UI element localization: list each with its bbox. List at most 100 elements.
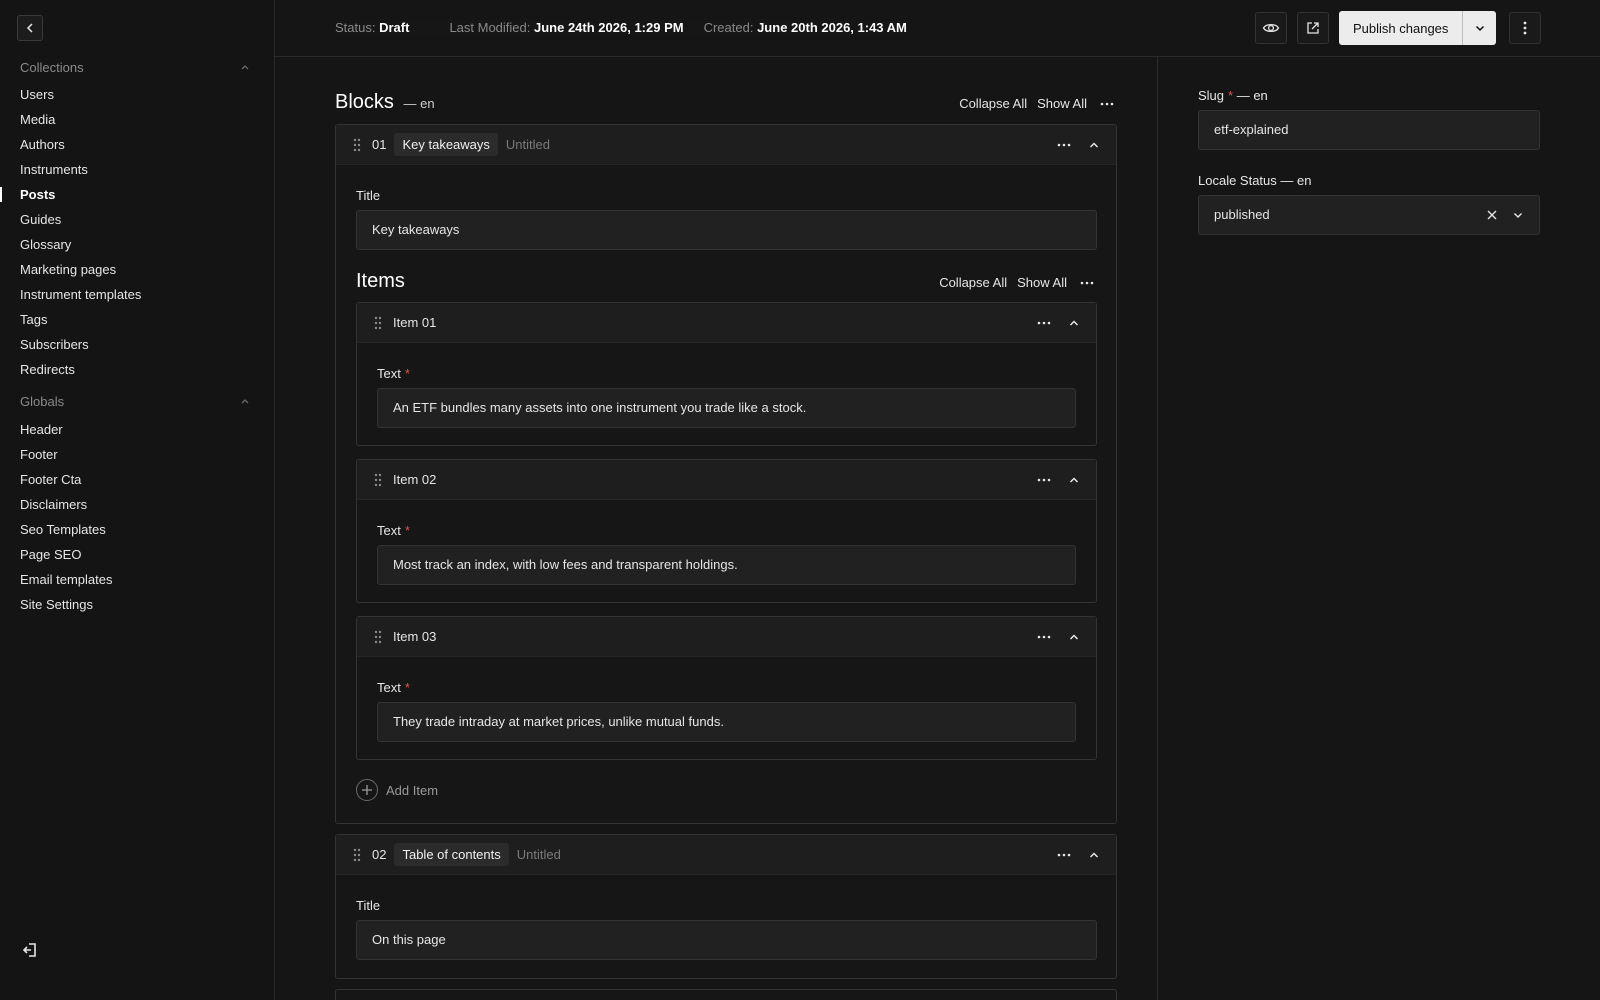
chevron-up-icon — [241, 65, 249, 70]
item-collapse-button[interactable] — [1066, 472, 1082, 488]
block-header[interactable]: 01 Key takeaways Untitled — [336, 125, 1116, 165]
modified-meta: Last Modified: June 24th 2026, 1:29 PM — [449, 20, 683, 35]
sidebar-item-page-seo[interactable]: Page SEO — [0, 542, 275, 567]
drag-handle[interactable] — [350, 848, 364, 862]
sidebar-item-glossary[interactable]: Glossary — [0, 232, 275, 257]
collections-group-label: Collections — [20, 59, 84, 75]
item-header[interactable]: Item 02 — [357, 460, 1096, 500]
blocks-title: Blocks — [335, 91, 394, 113]
items-more-button[interactable] — [1077, 275, 1097, 291]
text-input[interactable]: Most track an index, with low fees and t… — [377, 545, 1076, 585]
chevron-down-icon — [1475, 25, 1484, 32]
sidebar-item-instrument-templates[interactable]: Instrument templates — [0, 282, 275, 307]
items-collapse-all-button[interactable]: Collapse All — [939, 275, 1007, 290]
open-external-button[interactable] — [1297, 12, 1329, 44]
sidebar-item-posts[interactable]: Posts — [0, 182, 275, 207]
block-table-of-contents: 02 Table of contents Untitled Title On t… — [335, 834, 1117, 979]
item-more-button[interactable] — [1036, 472, 1052, 488]
sidebar-item-marketing-pages[interactable]: Marketing pages — [0, 257, 275, 282]
chevron-up-icon — [1089, 142, 1099, 148]
status-meta: Status: Draft — [335, 20, 409, 35]
clear-selection-button[interactable] — [1485, 208, 1499, 222]
required-marker: * — [1228, 88, 1234, 103]
logout-button[interactable] — [20, 940, 40, 960]
item-header[interactable]: Item 03 — [357, 617, 1096, 657]
locale-status-select[interactable]: published — [1198, 195, 1540, 235]
sidebar-item-site-settings[interactable]: Site Settings — [0, 592, 275, 617]
sidebar-item-guides[interactable]: Guides — [0, 207, 275, 232]
drag-handle[interactable] — [371, 473, 385, 487]
block-more-button[interactable] — [1056, 137, 1072, 153]
blocks-more-button[interactable] — [1097, 96, 1117, 112]
block-more-button[interactable] — [1056, 847, 1072, 863]
sidebar-item-email-templates[interactable]: Email templates — [0, 567, 275, 592]
block-type-badge: Table of contents — [394, 843, 509, 866]
item-actions — [1036, 629, 1082, 645]
drag-handle-icon — [374, 473, 382, 486]
item-collapse-button[interactable] — [1066, 315, 1082, 331]
main-editor: Blocks — en Collapse All Show All 01 Key… — [275, 57, 1157, 1000]
slug-input[interactable]: etf-explained — [1198, 110, 1540, 150]
sidebar-item-tags[interactable]: Tags — [0, 307, 275, 332]
locale-status-value: published — [1214, 207, 1270, 222]
sidebar-item-authors[interactable]: Authors — [0, 132, 275, 157]
drag-handle-icon — [374, 316, 382, 329]
sidebar-item-users[interactable]: Users — [0, 82, 275, 107]
item-header[interactable]: Item 01 — [357, 303, 1096, 343]
preview-button[interactable] — [1255, 12, 1287, 44]
sidebar-item-header[interactable]: Header — [0, 417, 275, 442]
drag-handle[interactable] — [371, 630, 385, 644]
collections-group-toggle[interactable]: Collections — [20, 57, 250, 77]
horizontal-dots-icon — [1057, 853, 1071, 857]
created-label: Created: — [703, 20, 754, 35]
title-input[interactable]: Key takeaways — [356, 210, 1097, 250]
locale-status-label-text: Locale Status — [1198, 173, 1277, 188]
items-show-all-button[interactable]: Show All — [1017, 275, 1067, 290]
sidebar-item-redirects[interactable]: Redirects — [0, 357, 275, 382]
sidebar-item-footer-cta[interactable]: Footer Cta — [0, 467, 275, 492]
title-input[interactable]: On this page — [356, 920, 1097, 960]
sidebar-item-disclaimers[interactable]: Disclaimers — [0, 492, 275, 517]
item-collapse-button[interactable] — [1066, 629, 1082, 645]
globals-group-toggle[interactable]: Globals — [20, 391, 250, 411]
sidebar-item-instruments[interactable]: Instruments — [0, 157, 275, 182]
drag-handle[interactable] — [350, 138, 364, 152]
drag-handle[interactable] — [371, 316, 385, 330]
sidebar-item-media[interactable]: Media — [0, 107, 275, 132]
more-options-button[interactable] — [1509, 12, 1541, 44]
eye-icon — [1262, 23, 1280, 33]
text-input[interactable]: An ETF bundles many assets into one inst… — [377, 388, 1076, 428]
block-collapse-button[interactable] — [1086, 847, 1102, 863]
status-value: Draft — [379, 20, 410, 35]
publish-options-button[interactable] — [1462, 11, 1497, 45]
item-more-button[interactable] — [1036, 315, 1052, 331]
text-field-label: Text * — [377, 366, 410, 381]
chevron-up-icon — [241, 399, 249, 404]
locale-status-locale: — en — [1280, 173, 1312, 188]
required-marker: * — [404, 366, 410, 381]
show-all-button[interactable]: Show All — [1037, 96, 1087, 111]
chevron-left-icon — [26, 23, 33, 33]
plus-circle-icon — [356, 779, 378, 801]
horizontal-dots-icon — [1100, 102, 1114, 105]
item-label: Item 03 — [393, 629, 437, 644]
item-more-button[interactable] — [1036, 629, 1052, 645]
sidebar-item-subscribers[interactable]: Subscribers — [0, 332, 275, 357]
publish-changes-button[interactable]: Publish changes — [1339, 11, 1463, 45]
add-item-button[interactable]: Add Item — [356, 779, 438, 801]
modified-value: June 24th 2026, 1:29 PM — [534, 20, 684, 35]
collapse-all-button[interactable]: Collapse All — [959, 96, 1027, 111]
sidebar-item-footer[interactable]: Footer — [0, 442, 275, 467]
items-header: Items Collapse All Show All — [356, 270, 1097, 293]
text-input[interactable]: They trade intraday at market prices, un… — [377, 702, 1076, 742]
chevron-up-icon — [1069, 477, 1079, 483]
item-actions — [1036, 315, 1082, 331]
back-button[interactable] — [17, 15, 43, 41]
block-header[interactable]: 02 Table of contents Untitled — [336, 835, 1116, 875]
block-collapse-button[interactable] — [1086, 137, 1102, 153]
block-title-placeholder: Untitled — [505, 137, 550, 152]
sidebar-item-seo-templates[interactable]: Seo Templates — [0, 517, 275, 542]
open-select-button[interactable] — [1511, 208, 1525, 222]
horizontal-dots-icon — [1037, 635, 1051, 639]
drag-handle-icon — [353, 848, 361, 861]
